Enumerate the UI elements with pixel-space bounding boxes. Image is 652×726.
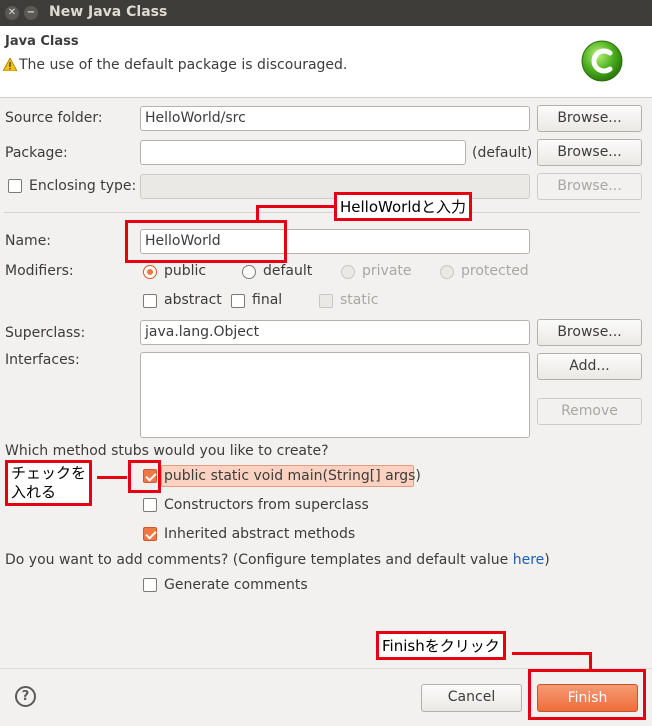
- separator: [4, 212, 640, 213]
- modifiers-label: Modifiers:: [5, 263, 74, 279]
- source-folder-label: Source folder:: [5, 110, 103, 126]
- package-default-hint: (default): [472, 145, 533, 161]
- modifier-static-checkbox: [319, 294, 333, 308]
- check-annotation-line2: 入れる: [11, 483, 57, 501]
- interfaces-list[interactable]: [140, 352, 530, 438]
- enclosing-type-browse-button: Browse...: [537, 173, 642, 200]
- comments-question-suffix: ): [544, 552, 550, 568]
- warning-text: The use of the default package is discou…: [19, 57, 348, 73]
- inherited-methods-checkbox[interactable]: [143, 527, 157, 541]
- name-highlight-box: [125, 220, 287, 263]
- title-bar: ✕ − New Java Class: [0, 0, 652, 26]
- cancel-button[interactable]: Cancel: [421, 684, 522, 712]
- window-title: New Java Class: [49, 4, 168, 20]
- main-checkbox-highlight-box: [128, 460, 161, 493]
- comments-question-text: Do you want to add comments? (Configure …: [5, 552, 513, 568]
- modifier-final-checkbox[interactable]: [231, 294, 245, 308]
- interfaces-add-button[interactable]: Add...: [537, 353, 642, 380]
- finish-highlight-box: [528, 669, 646, 720]
- minimize-icon[interactable]: −: [24, 6, 38, 20]
- modifier-private-radio: [341, 265, 355, 279]
- modifier-public-radio[interactable]: [143, 265, 157, 279]
- close-icon[interactable]: ✕: [5, 6, 19, 20]
- modifier-public-label: public: [164, 263, 207, 279]
- interfaces-label: Interfaces:: [5, 352, 80, 368]
- help-icon[interactable]: ?: [15, 686, 36, 707]
- finish-annotation-connector-vertical: [589, 652, 592, 670]
- modifier-private-label: private: [362, 263, 412, 279]
- interfaces-remove-button: Remove: [537, 398, 642, 425]
- warning-message: The use of the default package is discou…: [3, 57, 347, 73]
- configure-templates-link[interactable]: here: [513, 552, 545, 568]
- check-annotation-label: チェックを 入れる: [5, 460, 93, 506]
- source-folder-field[interactable]: HelloWorld/src: [140, 106, 530, 131]
- constructors-label: Constructors from superclass: [164, 497, 369, 513]
- modifier-protected-radio: [440, 265, 454, 279]
- modifier-static-label: static: [340, 292, 379, 308]
- superclass-label: Superclass:: [5, 325, 86, 341]
- constructors-checkbox[interactable]: [143, 498, 157, 512]
- package-browse-button[interactable]: Browse...: [537, 139, 642, 166]
- method-stubs-question: Which method stubs would you like to cre…: [5, 443, 329, 459]
- enclosing-type-checkbox[interactable]: [8, 179, 22, 193]
- generate-comments-label: Generate comments: [164, 577, 308, 593]
- wizard-header: Java Class The use of the default packag…: [0, 26, 652, 98]
- modifier-default-radio[interactable]: [242, 265, 256, 279]
- modifier-final-label: final: [252, 292, 283, 308]
- inherited-methods-label: Inherited abstract methods: [164, 526, 356, 542]
- finish-annotation-label: Finishをクリック: [376, 631, 506, 660]
- check-annotation-connector: [97, 476, 127, 479]
- name-annotation-label: HelloWorldと入力: [334, 192, 473, 221]
- main-method-label: public static void main(String[] args): [164, 468, 421, 484]
- java-class-logo-icon: [581, 40, 623, 82]
- generate-comments-checkbox[interactable]: [143, 578, 157, 592]
- wizard-title: Java Class: [5, 34, 79, 49]
- package-field[interactable]: [140, 140, 466, 165]
- modifier-protected-label: protected: [461, 263, 529, 279]
- comments-question: Do you want to add comments? (Configure …: [5, 552, 550, 568]
- check-annotation-line1: チェックを: [11, 464, 87, 482]
- name-annotation-connector-horizontal: [256, 205, 336, 208]
- superclass-field[interactable]: java.lang.Object: [140, 320, 530, 345]
- finish-annotation-connector: [512, 652, 592, 655]
- warning-icon: [3, 58, 17, 71]
- name-label: Name:: [5, 233, 52, 249]
- package-label: Package:: [5, 145, 68, 161]
- modifier-abstract-checkbox[interactable]: [143, 294, 157, 308]
- superclass-browse-button[interactable]: Browse...: [537, 319, 642, 346]
- modifier-default-label: default: [263, 263, 313, 279]
- enclosing-type-label: Enclosing type:: [29, 178, 137, 194]
- modifier-abstract-label: abstract: [164, 292, 222, 308]
- source-folder-browse-button[interactable]: Browse...: [537, 105, 642, 132]
